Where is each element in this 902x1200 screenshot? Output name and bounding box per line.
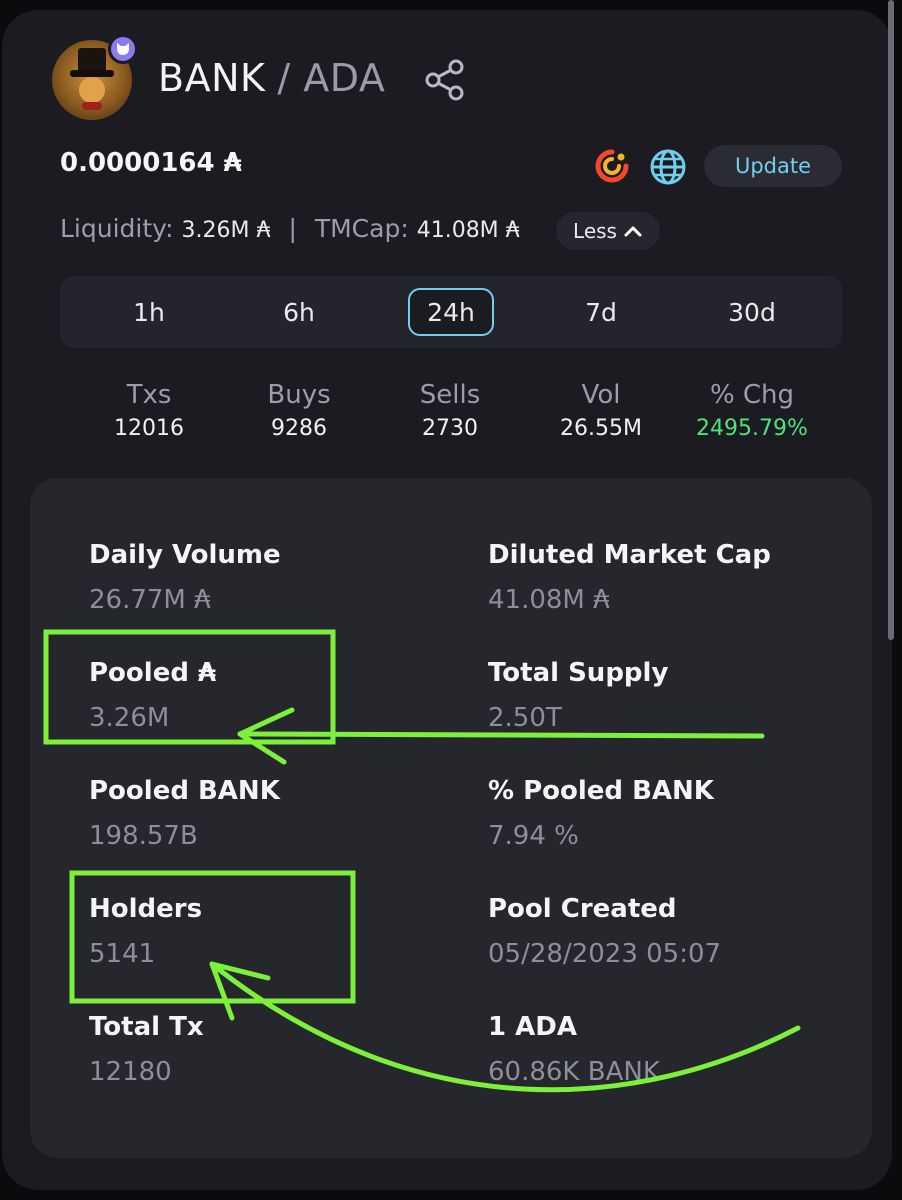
detail-label-total-tx: Total Tx	[89, 1012, 204, 1042]
update-button[interactable]: Update	[704, 145, 842, 187]
tmcap-label: TMCap:	[314, 214, 409, 243]
pool-details-card	[30, 478, 872, 1158]
metric-value: 2495.79%	[696, 416, 808, 441]
token-pair-title: BANK / ADA	[158, 56, 385, 100]
tab-30d[interactable]: 30d	[709, 288, 795, 336]
detail-label-daily-volume: Daily Volume	[89, 540, 281, 570]
metric-value: 12016	[114, 416, 184, 441]
tab-1h[interactable]: 1h	[106, 288, 192, 336]
detail-label-pooled-ada: Pooled ₳	[89, 658, 217, 688]
metric-buys: Buys 9286	[224, 380, 374, 441]
metric-value: 26.55M	[560, 416, 642, 441]
tab-7d[interactable]: 7d	[558, 288, 644, 336]
scrollbar[interactable]	[888, 0, 894, 640]
base-token: BANK	[158, 56, 266, 100]
metric-sells: Sells 2730	[375, 380, 525, 441]
metric-value: 2730	[422, 416, 478, 441]
detail-value-one-ada: 60.86K BANK	[488, 1057, 660, 1087]
detail-value-holders: 5141	[89, 939, 156, 969]
metric-label: Txs	[126, 380, 172, 410]
detail-value-pool-created: 05/28/2023 05:07	[488, 939, 722, 969]
detail-value-total-supply: 2.50T	[488, 703, 562, 733]
chevron-up-icon	[624, 226, 642, 237]
liquidity-value: 3.26M ₳	[181, 218, 271, 243]
token-price: 0.0000164 ₳	[60, 148, 242, 178]
metric-label: Buys	[267, 380, 331, 410]
tmcap-value: 41.08M ₳	[416, 218, 520, 243]
metric-label: Vol	[581, 380, 621, 410]
detail-label-holders: Holders	[89, 894, 203, 924]
detail-label-pooled-bank: Pooled BANK	[89, 776, 280, 806]
liquidity-summary: Liquidity: 3.26M ₳ | TMCap: 41.08M ₳	[60, 214, 520, 243]
metric-label: Sells	[419, 380, 481, 410]
detail-value-daily-volume: 26.77M ₳	[89, 585, 211, 615]
separator: |	[288, 214, 297, 243]
token-logo-icon[interactable]	[594, 148, 630, 184]
detail-label-pool-created: Pool Created	[488, 894, 677, 924]
metric-change: % Chg 2495.79%	[677, 380, 827, 441]
metric-label: % Chg	[709, 380, 795, 410]
detail-label-diluted-market-cap: Diluted Market Cap	[488, 540, 771, 570]
metric-value: 9286	[271, 416, 327, 441]
less-button[interactable]: Less	[556, 212, 660, 250]
globe-icon[interactable]	[649, 148, 687, 186]
detail-value-diluted-market-cap: 41.08M ₳	[488, 585, 610, 615]
share-icon[interactable]	[424, 58, 466, 102]
metric-txs: Txs 12016	[74, 380, 224, 441]
detail-value-percent-pooled-bank: 7.94 %	[488, 821, 579, 851]
tab-24h[interactable]: 24h	[408, 288, 494, 336]
detail-label-one-ada: 1 ADA	[488, 1012, 577, 1042]
detail-label-percent-pooled-bank: % Pooled BANK	[488, 776, 714, 806]
detail-value-pooled-bank: 198.57B	[89, 821, 198, 851]
quote-token: / ADA	[277, 56, 386, 100]
detail-label-total-supply: Total Supply	[488, 658, 669, 688]
detail-value-total-tx: 12180	[89, 1057, 172, 1087]
metric-vol: Vol 26.55M	[526, 380, 676, 441]
badge-icon	[108, 34, 138, 64]
tab-6h[interactable]: 6h	[256, 288, 342, 336]
detail-value-pooled-ada: 3.26M	[89, 703, 170, 733]
timeframe-tabs: 1h 6h 24h 7d 30d	[60, 276, 842, 348]
liquidity-label: Liquidity:	[60, 214, 174, 243]
less-label: Less	[573, 219, 617, 243]
